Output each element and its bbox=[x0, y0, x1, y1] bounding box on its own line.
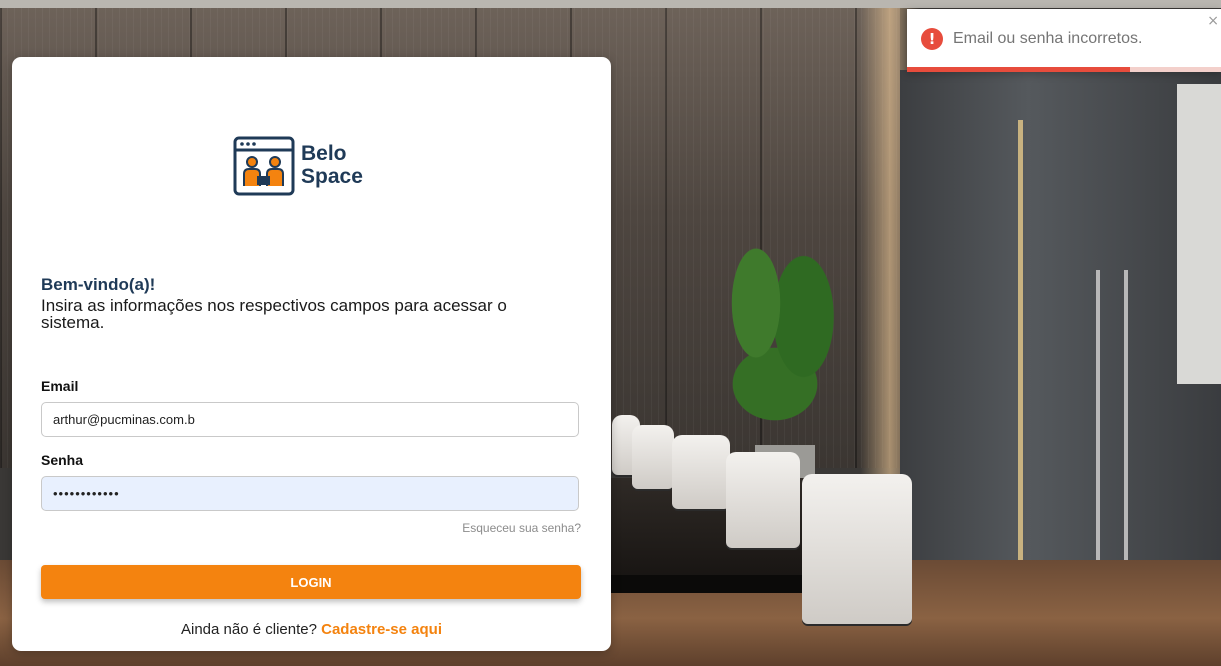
chair bbox=[802, 474, 912, 624]
chair bbox=[632, 425, 674, 489]
signup-prompt: Ainda não é cliente? Cadastre-se aqui bbox=[12, 621, 611, 638]
brand-name: Belo Space bbox=[301, 142, 363, 188]
toast-progress-bar bbox=[907, 67, 1130, 72]
error-icon: ! bbox=[921, 28, 943, 50]
forgot-password-link[interactable]: Esqueceu sua senha? bbox=[462, 521, 581, 535]
white-panel bbox=[1177, 84, 1221, 384]
plant bbox=[680, 195, 870, 465]
email-input[interactable] bbox=[41, 402, 579, 437]
brand-logo: Belo Space bbox=[233, 136, 373, 196]
toast-progress-track bbox=[907, 67, 1221, 72]
toast-message: Email ou senha incorretos. bbox=[953, 30, 1143, 47]
error-toast: ! Email ou senha incorretos. × bbox=[907, 9, 1221, 72]
signup-link[interactable]: Cadastre-se aqui bbox=[321, 621, 442, 638]
ceiling bbox=[0, 0, 1221, 8]
brand-name-line2: Space bbox=[301, 165, 363, 188]
door-handle bbox=[1096, 270, 1100, 560]
brand-name-line1: Belo bbox=[301, 142, 347, 165]
door-handle bbox=[1124, 270, 1128, 560]
password-input[interactable] bbox=[41, 476, 579, 511]
welcome-heading: Bem-vindo(a)! bbox=[41, 275, 156, 294]
email-label: Email bbox=[41, 378, 79, 394]
chair bbox=[672, 435, 730, 509]
signup-prompt-text: Ainda não é cliente? bbox=[181, 621, 317, 638]
login-card: Belo Space Bem-vindo(a)! Insira as infor… bbox=[12, 57, 611, 651]
chair bbox=[726, 452, 800, 548]
login-button[interactable]: LOGIN bbox=[41, 565, 581, 599]
welcome-subtitle: Insira as informações nos respectivos ca… bbox=[41, 296, 507, 332]
coworking-logo-icon bbox=[233, 136, 295, 196]
close-icon[interactable]: × bbox=[1207, 13, 1219, 29]
password-label: Senha bbox=[41, 452, 84, 468]
